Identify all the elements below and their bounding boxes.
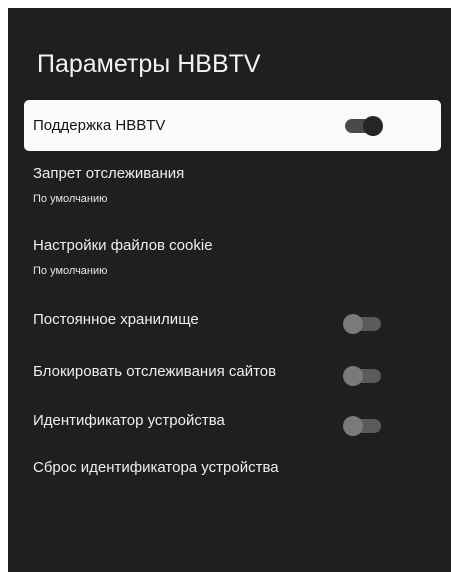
block-tracking-label: Блокировать отслеживания сайтов — [33, 363, 277, 380]
toggle-knob-icon — [363, 116, 383, 136]
settings-panel: Параметры HBBTV Поддержка HBBTV Запрет о… — [8, 8, 451, 572]
persistent-storage-item[interactable]: Постоянное хранилище — [24, 306, 441, 340]
toggle-knob-icon — [343, 314, 363, 334]
toggle-knob-icon — [343, 416, 363, 436]
persistent-storage-toggle[interactable] — [343, 314, 381, 334]
page-title: Параметры HBBTV — [37, 50, 261, 78]
hbbtv-support-toggle[interactable] — [345, 116, 383, 136]
block-tracking-toggle[interactable] — [343, 366, 381, 386]
do-not-track-label: Запрет отслеживания — [33, 165, 185, 182]
block-tracking-item[interactable]: Блокировать отслеживания сайтов — [24, 358, 441, 392]
do-not-track-item[interactable]: Запрет отслеживания По умолчанию — [24, 160, 441, 212]
hbbtv-support-label: Поддержка HBBTV — [33, 117, 166, 134]
toggle-knob-icon — [343, 366, 363, 386]
cookie-settings-item[interactable]: Настройки файлов cookie По умолчанию — [24, 232, 441, 284]
reset-device-id-item[interactable]: Сброс идентификатора устройства — [24, 454, 441, 484]
device-id-item[interactable]: Идентификатор устройства — [24, 407, 441, 441]
device-id-toggle[interactable] — [343, 416, 381, 436]
reset-device-id-label: Сброс идентификатора устройства — [33, 459, 279, 476]
cookie-settings-value: По умолчанию — [33, 265, 108, 277]
do-not-track-value: По умолчанию — [33, 193, 108, 205]
cookie-settings-label: Настройки файлов cookie — [33, 237, 213, 254]
persistent-storage-label: Постоянное хранилище — [33, 311, 199, 328]
hbbtv-support-item[interactable]: Поддержка HBBTV — [24, 100, 441, 151]
device-id-label: Идентификатор устройства — [33, 412, 225, 429]
